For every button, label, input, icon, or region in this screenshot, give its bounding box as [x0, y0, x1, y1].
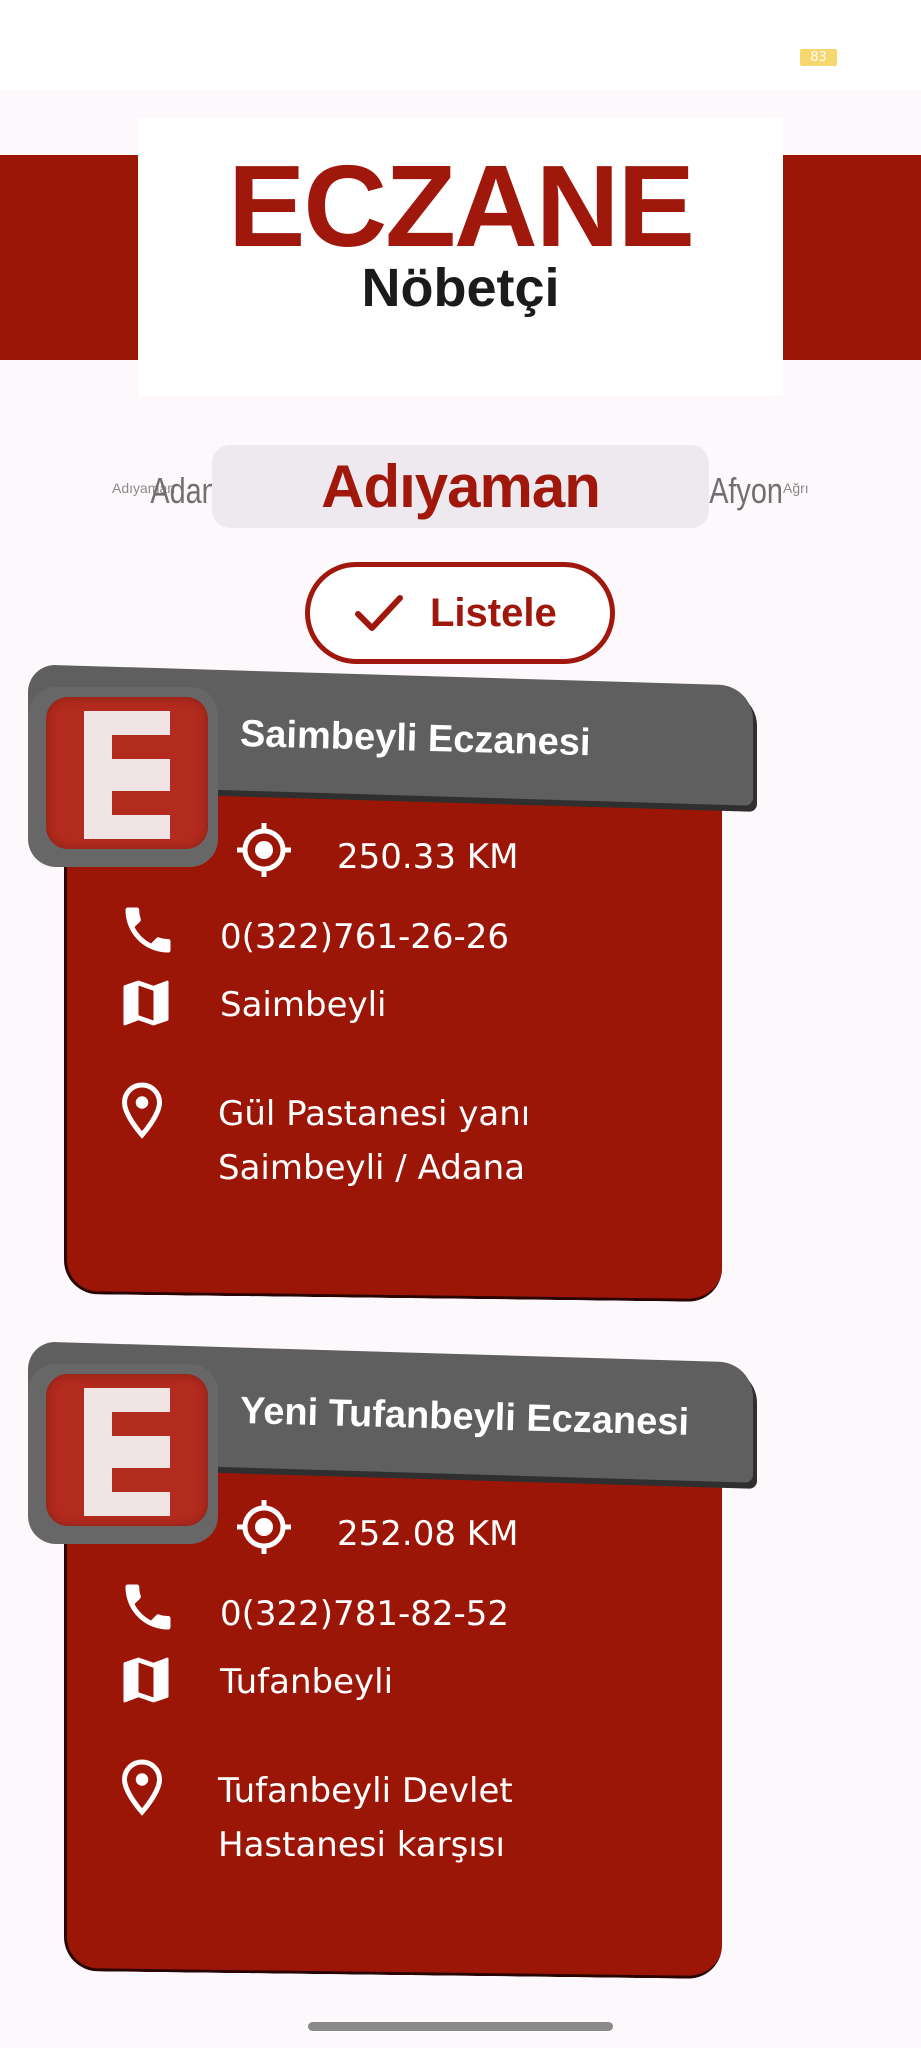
check-icon	[355, 595, 403, 631]
phone-icon[interactable]	[118, 900, 178, 960]
pharmacy-district: Tufanbeyli	[220, 1662, 394, 1702]
location-pin-icon[interactable]	[112, 1757, 172, 1817]
pharmacy-e-logo	[46, 1374, 208, 1526]
pharmacy-card[interactable]: Saimbeyli Eczanesi 250.33 KM 0(322)761-2…	[0, 664, 921, 1315]
city-option-next[interactable]: Afyon	[709, 470, 783, 512]
pharmacy-card[interactable]: Yeni Tufanbeyli Eczanesi 252.08 KM 0(322…	[0, 1341, 921, 1992]
header-band-right	[783, 155, 921, 360]
map-icon	[123, 1657, 169, 1703]
header-band-left	[0, 155, 138, 360]
city-option-next-far[interactable]: Ağrı	[783, 480, 809, 496]
pharmacy-phone[interactable]: 0(322)761-26-26	[220, 917, 509, 957]
gps-target-icon	[237, 823, 291, 877]
app-logo: ECZANE Nöbetçi	[138, 118, 783, 396]
phone-icon[interactable]	[118, 1577, 178, 1637]
pharmacy-logo-frame	[28, 687, 218, 867]
pharmacy-address: Tufanbeyli Devlet Hastanesi karşısı	[218, 1771, 513, 1865]
city-option-selected[interactable]: Adıyaman	[212, 445, 709, 528]
app-title: ECZANE	[228, 141, 695, 271]
pharmacy-logo-frame	[28, 1364, 218, 1544]
pharmacy-address: Gül Pastanesi yanı Saimbeyli / Adana	[218, 1094, 531, 1188]
city-picker[interactable]: Adıyaman Adana Adıyaman Afyon Ağrı	[0, 440, 921, 540]
location-pin-icon[interactable]	[112, 1080, 172, 1140]
home-indicator[interactable]	[308, 2022, 613, 2031]
gps-target-icon	[237, 1500, 291, 1554]
pharmacy-name: Saimbeyli Eczanesi	[239, 713, 592, 765]
map-icon	[123, 980, 169, 1026]
app-subtitle: Nöbetçi	[361, 258, 560, 318]
list-button[interactable]: Listele	[305, 562, 615, 664]
selected-city-label: Adıyaman	[321, 453, 601, 520]
pharmacy-e-logo	[46, 697, 208, 849]
pharmacy-phone[interactable]: 0(322)781-82-52	[220, 1594, 509, 1634]
status-bar: 83	[0, 0, 921, 90]
pharmacy-distance: 250.33 KM	[337, 837, 519, 877]
battery-indicator: 83	[800, 49, 837, 66]
pharmacy-district: Saimbeyli	[220, 985, 387, 1025]
pharmacy-distance: 252.08 KM	[337, 1514, 519, 1554]
list-button-label: Listele	[430, 591, 557, 635]
